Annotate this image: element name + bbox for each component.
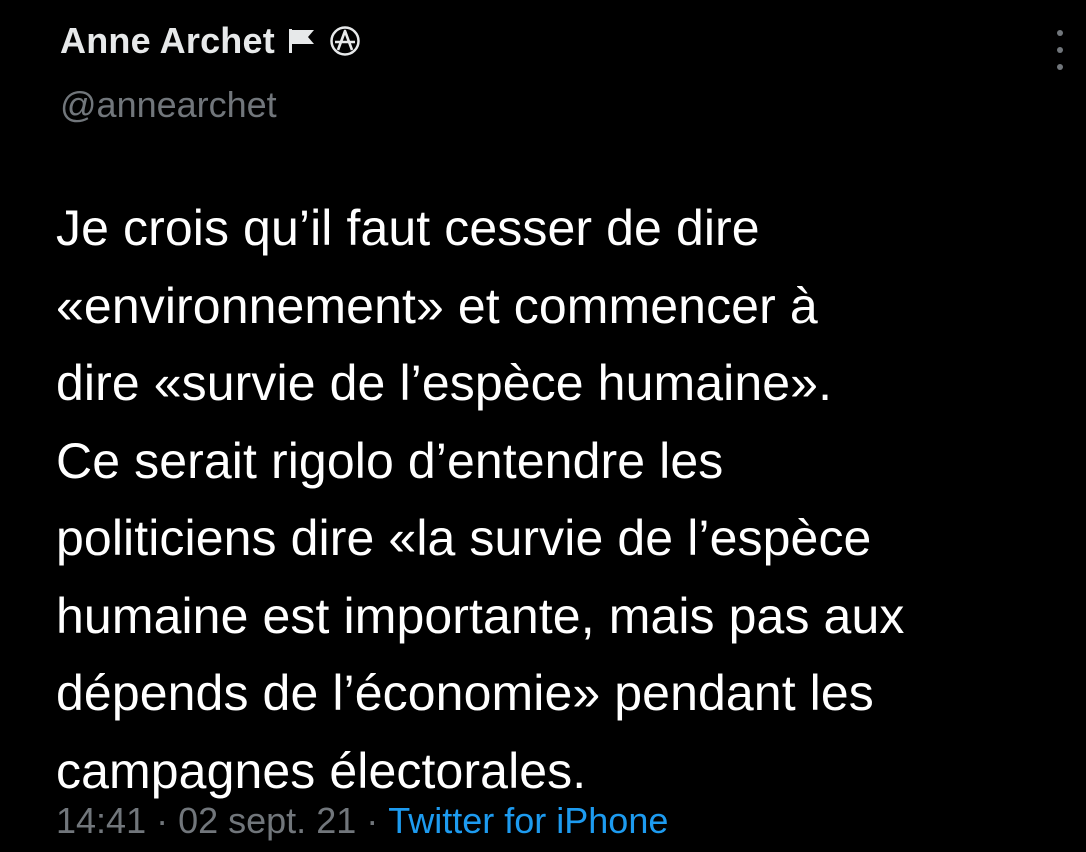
meta-separator: · — [156, 800, 169, 841]
more-dot-icon — [1057, 64, 1063, 70]
more-dot-icon — [1057, 47, 1063, 53]
meta-separator: · — [366, 800, 379, 841]
tweet-date[interactable]: 02 sept. 21 — [178, 800, 356, 842]
tweet-header: Anne Archet @annearchet — [60, 18, 1066, 138]
tweet-source-link[interactable]: Twitter for iPhone — [388, 800, 668, 842]
author-handle[interactable]: @annearchet — [60, 84, 277, 126]
flag-icon — [287, 25, 317, 57]
tweet: Anne Archet @annearchet Je crois qu’il f… — [0, 0, 1086, 852]
tweet-time[interactable]: 14:41 — [56, 800, 146, 842]
circle-a-icon — [329, 25, 361, 57]
author-name-row: Anne Archet — [60, 18, 1066, 64]
author-display-name[interactable]: Anne Archet — [60, 20, 275, 62]
more-dot-icon — [1057, 30, 1063, 36]
tweet-meta: 14:41 · 02 sept. 21 · Twitter for iPhone — [56, 800, 668, 842]
tweet-text: Je crois qu’il faut cesser de dire «envi… — [56, 200, 905, 799]
more-options-button[interactable] — [1050, 30, 1070, 70]
